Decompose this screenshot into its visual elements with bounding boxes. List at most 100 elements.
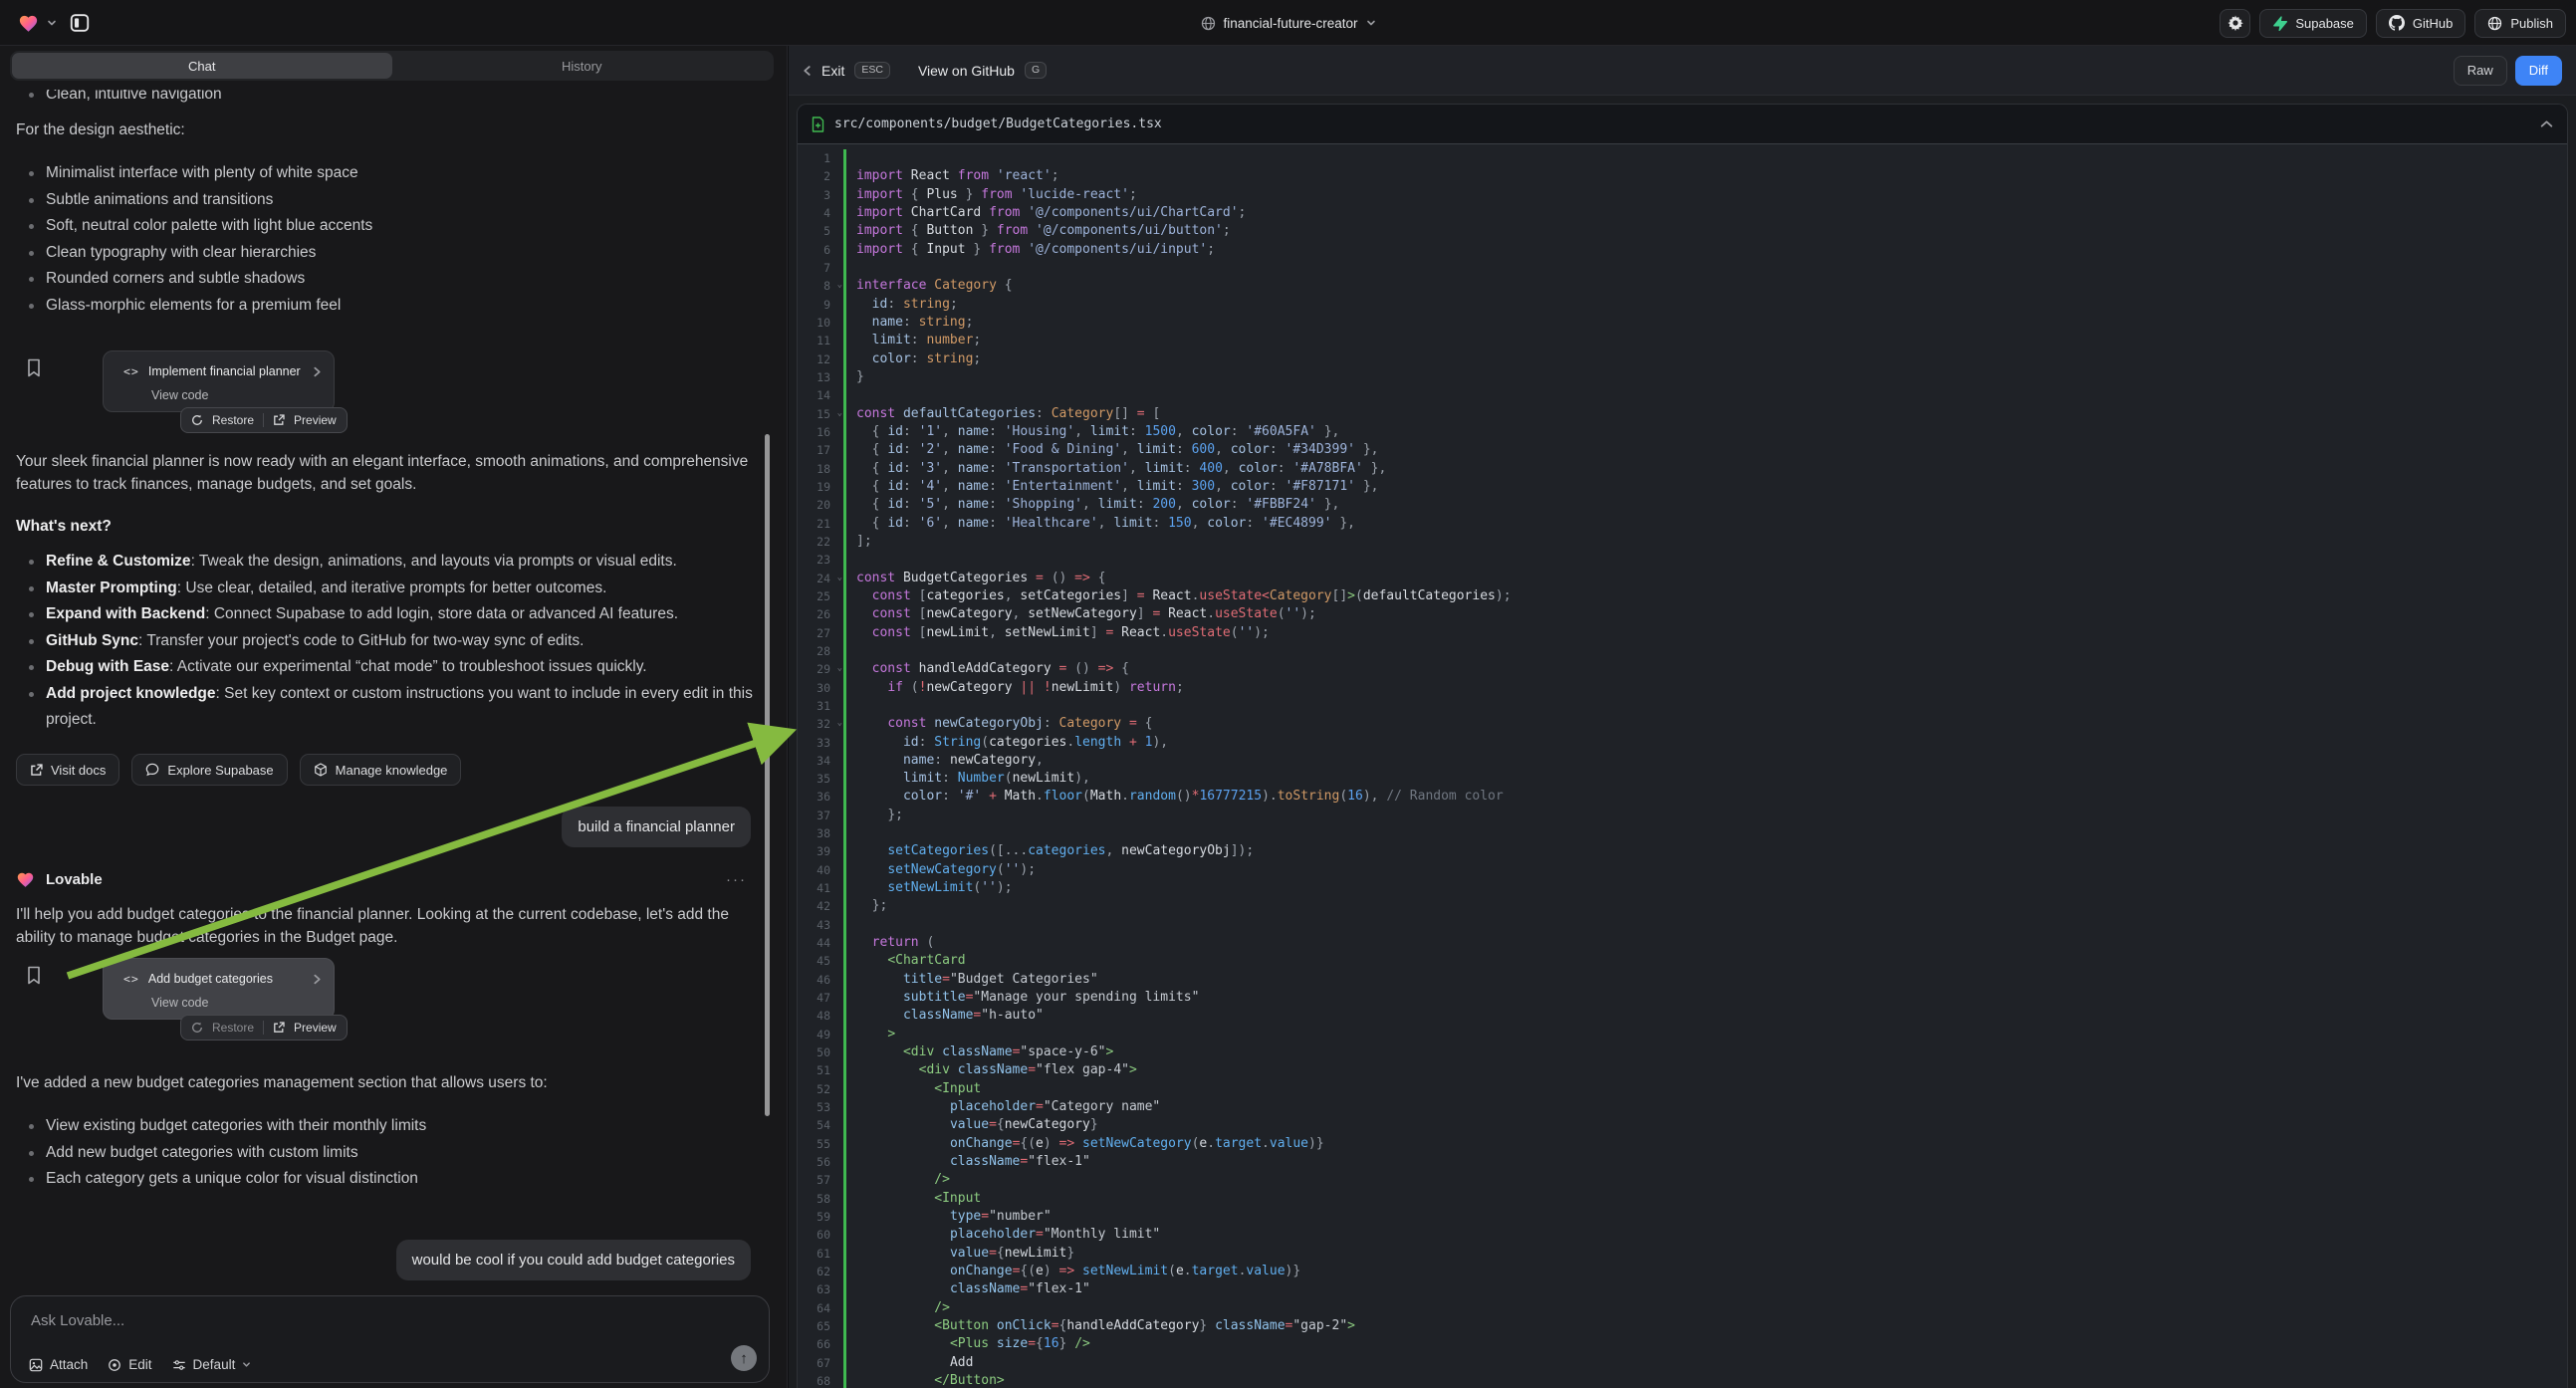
code-line: <div className="flex gap-4">: [843, 1061, 2567, 1079]
code-line: title="Budget Categories": [843, 971, 2567, 989]
fold-chevron-icon[interactable]: ⌄: [837, 276, 842, 294]
user-message: would be cool if you could add budget ca…: [396, 1240, 751, 1280]
preview-button[interactable]: Preview: [294, 409, 337, 432]
code-line: const [newCategory, setNewCategory] = Re…: [843, 605, 2567, 623]
sliders-icon: [172, 1358, 186, 1372]
fold-chevron-icon[interactable]: ⌄: [837, 569, 842, 586]
restore-button[interactable]: Restore: [212, 1017, 254, 1040]
code-line: [843, 259, 2567, 277]
line-number: 36: [798, 788, 843, 806]
line-number: 19: [798, 478, 843, 496]
code-line: const [categories, setCategories] = Reac…: [843, 587, 2567, 605]
lovable-logo-icon[interactable]: [18, 14, 39, 33]
restore-button[interactable]: Restore: [212, 409, 254, 432]
version-card-add-budget-categories[interactable]: <> Add budget categories View code: [103, 958, 335, 1020]
code-line: setNewCategory('');: [843, 861, 2567, 879]
list-item: Each category gets a unique color for vi…: [16, 1166, 765, 1193]
edit-button[interactable]: Edit: [108, 1357, 151, 1372]
code-editor[interactable]: 12import React from 'react';3import { Pl…: [798, 144, 2567, 1388]
lovable-heart-icon: [16, 871, 35, 888]
edit-label: Edit: [128, 1357, 151, 1372]
diff-toggle-button[interactable]: Diff: [2515, 56, 2562, 86]
settings-button[interactable]: [2220, 9, 2250, 38]
raw-toggle-button[interactable]: Raw: [2454, 56, 2507, 86]
project-switcher[interactable]: financial-future-creator: [1200, 0, 1375, 46]
message-options-button[interactable]: ···: [726, 868, 747, 891]
line-number: 12: [798, 350, 843, 368]
code-line: <Input: [843, 1190, 2567, 1208]
code-line: { id: '4', name: 'Entertainment', limit:…: [843, 478, 2567, 496]
assistant-header: Lovable ···: [16, 868, 747, 891]
file-path: src/components/budget/BudgetCategories.t…: [834, 116, 1162, 131]
preview-icon: [273, 1022, 285, 1034]
line-number: 9: [798, 296, 843, 314]
tab-chat[interactable]: Chat: [12, 53, 392, 79]
quick-actions-row: Visit docs Explore Supabase Manage knowl…: [16, 754, 461, 786]
github-button[interactable]: GitHub: [2376, 9, 2465, 38]
line-number: 40: [798, 861, 843, 879]
added-bullet-list: View existing budget categories with the…: [16, 1113, 765, 1193]
code-line: <Button onClick={handleAddCategory} clas…: [843, 1317, 2567, 1335]
preview-button[interactable]: Preview: [294, 1017, 337, 1040]
visit-docs-button[interactable]: Visit docs: [16, 754, 119, 786]
line-number: 61: [798, 1245, 843, 1263]
chevron-left-icon[interactable]: [803, 65, 812, 77]
exit-button[interactable]: Exit: [821, 63, 844, 79]
tab-history[interactable]: History: [392, 53, 773, 79]
list-item: Minimalist interface with plenty of whit…: [16, 160, 765, 187]
code-line: [843, 386, 2567, 404]
line-number: 57: [798, 1171, 843, 1189]
esc-key-badge: ESC: [854, 62, 890, 80]
mode-select[interactable]: Default: [172, 1357, 252, 1372]
file-header[interactable]: src/components/budget/BudgetCategories.t…: [798, 105, 2567, 144]
explore-supabase-button[interactable]: Explore Supabase: [131, 754, 287, 786]
send-button[interactable]: ↑: [731, 1345, 757, 1371]
line-number: 22: [798, 533, 843, 551]
chat-history-tabs: Chat History: [10, 51, 774, 81]
fold-chevron-icon[interactable]: ⌄: [837, 404, 842, 422]
mode-label: Default: [193, 1357, 236, 1372]
code-line: placeholder="Category name": [843, 1098, 2567, 1116]
external-link-icon: [30, 764, 43, 777]
line-number: 62: [798, 1263, 843, 1280]
line-number: 35: [798, 770, 843, 788]
manage-knowledge-button[interactable]: Manage knowledge: [300, 754, 462, 786]
view-code-link[interactable]: View code: [151, 384, 208, 407]
line-number: 47: [798, 989, 843, 1007]
code-line: ];: [843, 533, 2567, 551]
view-code-link[interactable]: View code: [151, 992, 208, 1015]
new-file-icon: [812, 116, 824, 132]
attach-button[interactable]: Attach: [29, 1357, 88, 1372]
version-card-implement-financial-planner[interactable]: <> Implement financial planner View code: [103, 350, 335, 412]
chevron-up-icon[interactable]: [2540, 119, 2553, 128]
code-line: const [newLimit, setNewLimit] = React.us…: [843, 624, 2567, 642]
line-number: 3: [798, 186, 843, 204]
line-number: 64: [798, 1299, 843, 1317]
publish-button[interactable]: Publish: [2474, 9, 2566, 38]
code-line: </Button>: [843, 1372, 2567, 1388]
line-number: 6: [798, 241, 843, 259]
code-line: Add: [843, 1354, 2567, 1372]
chat-scrollbar[interactable]: [765, 434, 770, 1116]
supabase-button[interactable]: Supabase: [2259, 9, 2367, 38]
ask-lovable-input[interactable]: [31, 1308, 749, 1332]
list-item: Expand with Backend: Connect Supabase to…: [16, 601, 765, 628]
bookmark-icon[interactable]: [26, 358, 42, 377]
list-item: Add project knowledge: Set key context o…: [16, 681, 765, 734]
view-on-github-button[interactable]: View on GitHub: [918, 63, 1015, 79]
line-number: 24⌄: [798, 570, 843, 587]
list-item: GitHub Sync: Transfer your project's cod…: [16, 628, 765, 655]
list-item: Clean, intuitive navigation: [16, 90, 765, 109]
line-number: 11: [798, 332, 843, 349]
sidebar-toggle-button[interactable]: [65, 8, 95, 38]
chevron-down-icon[interactable]: [47, 18, 57, 28]
line-number: 25: [798, 587, 843, 605]
bookmark-icon[interactable]: [26, 966, 42, 985]
gear-icon: [2227, 15, 2243, 31]
fold-chevron-icon[interactable]: ⌄: [837, 659, 842, 677]
chat-scroll-area[interactable]: Clean, intuitive navigation For the desi…: [0, 90, 787, 1294]
fold-chevron-icon[interactable]: ⌄: [837, 714, 842, 732]
line-number: 66: [798, 1335, 843, 1353]
g-key-badge: G: [1025, 62, 1047, 80]
line-number: 1: [798, 149, 843, 167]
